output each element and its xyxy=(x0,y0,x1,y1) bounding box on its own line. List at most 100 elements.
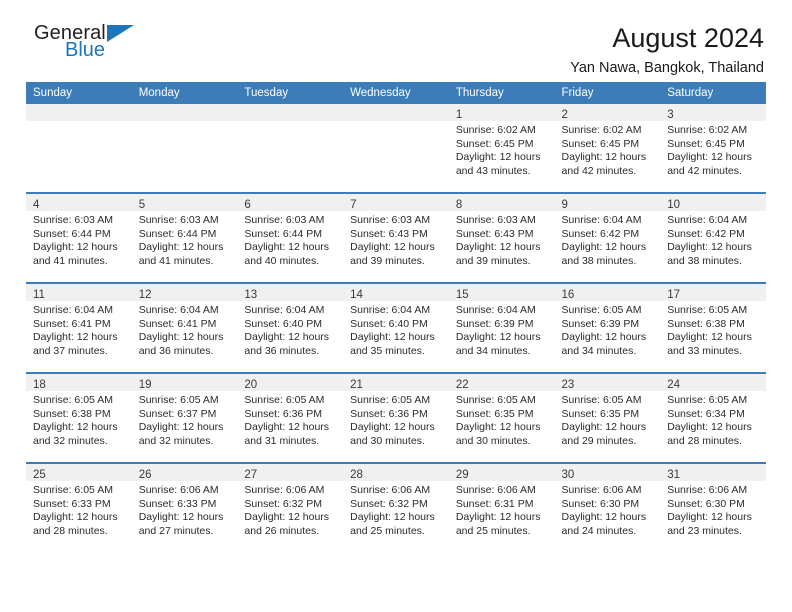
daylight-text: Daylight: 12 hours and 28 minutes. xyxy=(33,511,118,537)
weekday-header-saturday: Saturday xyxy=(660,82,766,104)
calendar-day-cell[interactable]: 9 Sunrise: 6:04 AM Sunset: 6:42 PM Daylight… xyxy=(554,192,661,283)
sun-info: Sunrise: 6:03 AM Sunset: 6:43 PM Daylight:… xyxy=(449,211,555,268)
day-number-band: 10 xyxy=(660,194,766,211)
sunset-text: Sunset: 6:42 PM xyxy=(561,227,640,240)
sunset-text: Sunset: 6:41 PM xyxy=(138,317,217,330)
day-number: 26 xyxy=(138,469,152,481)
daylight-text: Daylight: 12 hours and 43 minutes. xyxy=(455,151,541,177)
daylight-text: Daylight: 12 hours and 32 minutes. xyxy=(138,421,224,447)
day-number-band: 24 xyxy=(660,374,766,391)
sunrise-text: Sunrise: 6:05 AM xyxy=(33,394,113,406)
calendar-day-cell[interactable]: 4 Sunrise: 6:03 AM Sunset: 6:44 PM Daylight… xyxy=(26,192,132,283)
sunset-text: Sunset: 6:33 PM xyxy=(138,497,217,510)
day-number: 27 xyxy=(244,469,258,481)
sun-info: Sunrise: 6:05 AM Sunset: 6:36 PM Daylight:… xyxy=(237,391,343,448)
day-number: 31 xyxy=(667,469,681,481)
sunset-text: Sunset: 6:38 PM xyxy=(667,317,745,330)
calendar-day-cell[interactable]: 19 Sunrise: 6:05 AM Sunset: 6:37 PM Dayligh… xyxy=(131,372,238,463)
calendar-day-cell[interactable]: 7 Sunrise: 6:03 AM Sunset: 6:43 PM Daylight… xyxy=(343,192,449,283)
calendar-day-cell[interactable]: 2 Sunrise: 6:02 AM Sunset: 6:45 PM Daylight… xyxy=(554,104,661,193)
sunset-text: Sunset: 6:35 PM xyxy=(455,407,534,420)
sunset-text: Sunset: 6:30 PM xyxy=(561,497,640,510)
calendar-day-cell[interactable]: 26 Sunrise: 6:06 AM Sunset: 6:33 PM Dayligh… xyxy=(131,462,238,552)
sun-info: Sunrise: 6:04 AM Sunset: 6:41 PM Daylight:… xyxy=(26,301,132,358)
calendar-week-row: 4 Sunrise: 6:03 AM Sunset: 6:44 PM Daylight… xyxy=(26,192,766,283)
day-number-band: 13 xyxy=(237,284,344,301)
sun-info: Sunrise: 6:06 AM Sunset: 6:31 PM Daylight:… xyxy=(449,481,555,538)
day-cell-content: 21 Sunrise: 6:05 AM Sunset: 6:36 PM Dayligh… xyxy=(343,374,449,462)
sunset-text: Sunset: 6:45 PM xyxy=(667,137,745,150)
daylight-text: Daylight: 12 hours and 38 minutes. xyxy=(561,241,647,267)
day-number-band: 12 xyxy=(131,284,238,301)
sunrise-text: Sunrise: 6:05 AM xyxy=(667,394,748,406)
calendar-day-cell[interactable]: 5 Sunrise: 6:03 AM Sunset: 6:44 PM Daylight… xyxy=(131,192,238,283)
calendar-day-cell[interactable]: 18 Sunrise: 6:05 AM Sunset: 6:38 PM Dayligh… xyxy=(26,372,132,463)
day-number-band: 16 xyxy=(554,284,661,301)
calendar-day-cell[interactable]: 21 Sunrise: 6:05 AM Sunset: 6:36 PM Dayligh… xyxy=(343,372,449,463)
calendar-day-cell[interactable]: 22 Sunrise: 6:05 AM Sunset: 6:35 PM Dayligh… xyxy=(448,372,555,463)
calendar-day-cell[interactable]: 1 Sunrise: 6:02 AM Sunset: 6:45 PM Daylight… xyxy=(448,104,555,193)
sunset-text: Sunset: 6:40 PM xyxy=(350,317,428,330)
calendar-day-cell[interactable]: 3 Sunrise: 6:02 AM Sunset: 6:45 PM Daylight… xyxy=(660,104,766,193)
calendar-week-row: 18 Sunrise: 6:05 AM Sunset: 6:38 PM Dayligh… xyxy=(26,372,766,463)
sunset-text: Sunset: 6:45 PM xyxy=(561,137,640,150)
calendar-day-cell[interactable]: 31 Sunrise: 6:06 AM Sunset: 6:30 PM Dayligh… xyxy=(660,462,766,552)
calendar-day-cell[interactable]: 12 Sunrise: 6:04 AM Sunset: 6:41 PM Dayligh… xyxy=(131,282,238,373)
blue-triangle-icon xyxy=(107,25,134,42)
day-number-band: 29 xyxy=(448,464,555,481)
day-number: 2 xyxy=(561,109,568,121)
day-cell-content: 18 Sunrise: 6:05 AM Sunset: 6:38 PM Dayligh… xyxy=(26,374,132,462)
sun-info: Sunrise: 6:06 AM Sunset: 6:32 PM Daylight:… xyxy=(343,481,449,538)
sunset-text: Sunset: 6:40 PM xyxy=(244,317,323,330)
general-blue-logo[interactable]: General Blue xyxy=(34,22,154,70)
sunset-text: Sunset: 6:44 PM xyxy=(33,227,111,240)
daylight-text: Daylight: 12 hours and 34 minutes. xyxy=(561,331,647,357)
sunrise-text: Sunrise: 6:03 AM xyxy=(33,214,113,226)
calendar-day-cell[interactable]: 30 Sunrise: 6:06 AM Sunset: 6:30 PM Dayligh… xyxy=(554,462,661,552)
weekday-header-wednesday: Wednesday xyxy=(343,82,449,104)
day-cell-content: 20 Sunrise: 6:05 AM Sunset: 6:36 PM Dayligh… xyxy=(237,374,344,462)
calendar-day-cell[interactable]: 29 Sunrise: 6:06 AM Sunset: 6:31 PM Dayligh… xyxy=(448,462,555,552)
day-number-band: 15 xyxy=(448,284,555,301)
sun-info: Sunrise: 6:06 AM Sunset: 6:32 PM Daylight:… xyxy=(237,481,343,538)
sunrise-text: Sunrise: 6:05 AM xyxy=(33,484,113,496)
calendar-day-cell[interactable]: 28 Sunrise: 6:06 AM Sunset: 6:32 PM Dayligh… xyxy=(343,462,449,552)
calendar-day-cell[interactable]: 11 Sunrise: 6:04 AM Sunset: 6:41 PM Dayligh… xyxy=(26,282,132,373)
day-number: 1 xyxy=(455,109,463,121)
calendar-day-cell[interactable]: 17 Sunrise: 6:05 AM Sunset: 6:38 PM Dayligh… xyxy=(660,282,766,373)
sun-info: Sunrise: 6:03 AM Sunset: 6:44 PM Daylight:… xyxy=(132,211,238,268)
calendar-day-cell[interactable]: 8 Sunrise: 6:03 AM Sunset: 6:43 PM Daylight… xyxy=(448,192,555,283)
calendar-day-cell[interactable]: 10 Sunrise: 6:04 AM Sunset: 6:42 PM Dayligh… xyxy=(660,192,766,283)
day-number: 12 xyxy=(138,289,152,301)
calendar-day-cell[interactable]: 14 Sunrise: 6:04 AM Sunset: 6:40 PM Dayligh… xyxy=(343,282,449,373)
day-number: 24 xyxy=(667,379,681,391)
sunset-text: Sunset: 6:44 PM xyxy=(244,227,323,240)
day-number-band: 21 xyxy=(343,374,449,391)
sunset-text: Sunset: 6:43 PM xyxy=(350,227,428,240)
day-number-band: 14 xyxy=(343,284,449,301)
calendar-day-cell[interactable]: 15 Sunrise: 6:04 AM Sunset: 6:39 PM Dayligh… xyxy=(448,282,555,373)
sunset-text: Sunset: 6:30 PM xyxy=(667,497,745,510)
day-number: 10 xyxy=(667,199,681,211)
calendar-day-cell[interactable]: 13 Sunrise: 6:04 AM Sunset: 6:40 PM Dayligh… xyxy=(237,282,344,373)
calendar-day-cell[interactable]: 6 Sunrise: 6:03 AM Sunset: 6:44 PM Daylight… xyxy=(237,192,344,283)
daylight-text: Daylight: 12 hours and 30 minutes. xyxy=(455,421,541,447)
calendar-day-cell[interactable]: 24 Sunrise: 6:05 AM Sunset: 6:34 PM Dayligh… xyxy=(660,372,766,463)
calendar-day-cell[interactable]: 27 Sunrise: 6:06 AM Sunset: 6:32 PM Dayligh… xyxy=(237,462,344,552)
calendar-day-cell[interactable]: 23 Sunrise: 6:05 AM Sunset: 6:35 PM Dayligh… xyxy=(554,372,661,463)
calendar-day-cell xyxy=(131,104,238,193)
daylight-text: Daylight: 12 hours and 24 minutes. xyxy=(561,511,647,537)
calendar-day-cell[interactable]: 20 Sunrise: 6:05 AM Sunset: 6:36 PM Dayligh… xyxy=(237,372,344,463)
day-cell-content: 24 Sunrise: 6:05 AM Sunset: 6:34 PM Dayligh… xyxy=(660,374,766,462)
calendar-day-cell[interactable]: 25 Sunrise: 6:05 AM Sunset: 6:33 PM Dayligh… xyxy=(26,462,132,552)
day-cell-content: 15 Sunrise: 6:04 AM Sunset: 6:39 PM Dayligh… xyxy=(448,284,555,372)
day-number: 25 xyxy=(33,469,46,481)
calendar-day-cell[interactable]: 16 Sunrise: 6:05 AM Sunset: 6:39 PM Dayligh… xyxy=(554,282,661,373)
daylight-text: Daylight: 12 hours and 42 minutes. xyxy=(667,151,752,177)
sun-info: Sunrise: 6:05 AM Sunset: 6:34 PM Daylight:… xyxy=(660,391,766,448)
sun-info: Sunrise: 6:03 AM Sunset: 6:43 PM Daylight:… xyxy=(343,211,449,268)
day-number: 30 xyxy=(561,469,575,481)
sun-info: Sunrise: 6:05 AM Sunset: 6:36 PM Daylight:… xyxy=(343,391,449,448)
daylight-text: Daylight: 12 hours and 34 minutes. xyxy=(455,331,541,357)
day-number-band: 28 xyxy=(343,464,449,481)
